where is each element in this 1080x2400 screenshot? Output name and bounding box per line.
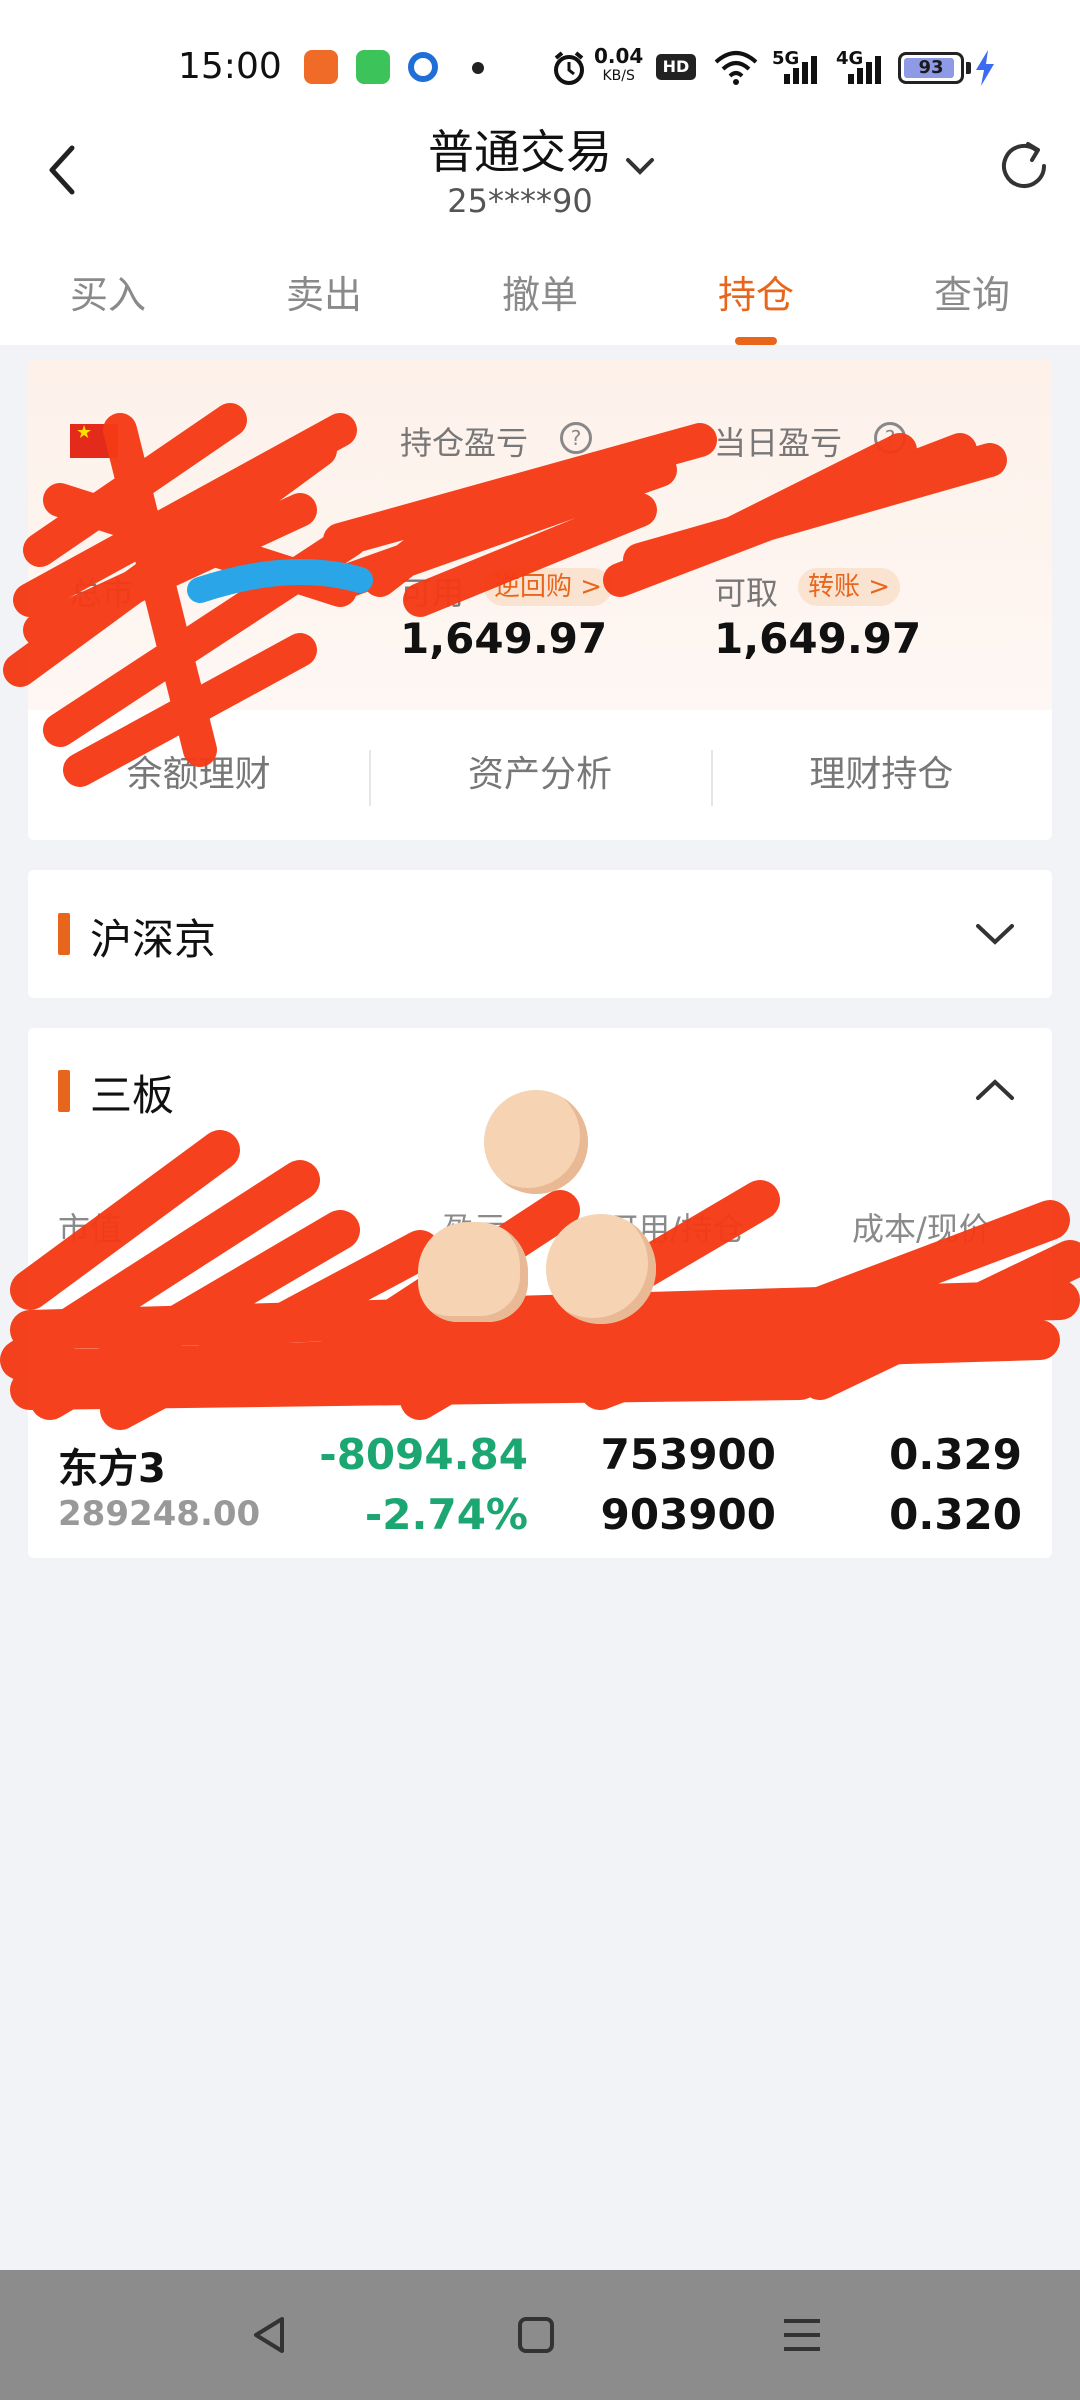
alarm-icon xyxy=(554,51,584,85)
tab-query[interactable]: 查询 xyxy=(864,245,1080,345)
battery-text: 93 xyxy=(918,57,944,78)
refresh-icon[interactable] xyxy=(994,136,1054,196)
col-head-cost-price[interactable]: 成本/现价 xyxy=(852,1204,991,1250)
market-value: 289248.00 xyxy=(58,1494,261,1534)
system-nav-bar xyxy=(0,2270,1080,2400)
chevron-down-icon[interactable] xyxy=(974,920,1016,948)
cost-price: 0.329 xyxy=(889,1430,1022,1479)
withdrawable-label: 可取 xyxy=(714,574,779,612)
tab-sell[interactable]: 卖出 xyxy=(216,245,432,345)
chevron-down-icon[interactable] xyxy=(622,150,658,180)
net-speed: 0.04 KB/S xyxy=(594,46,643,86)
available-value: 1,649.97 xyxy=(400,614,608,663)
balance-wealth-link[interactable]: 余额理财 xyxy=(28,710,369,840)
section-marker xyxy=(58,1070,70,1112)
tab-cancel[interactable]: 撤单 xyxy=(432,245,648,345)
section-title-sanban: 三板 xyxy=(90,1071,175,1120)
tab-buy[interactable]: 买入 xyxy=(0,245,216,345)
sim2-label: 4G xyxy=(836,48,864,69)
chevron-up-icon[interactable] xyxy=(974,1076,1016,1104)
section-sanban: 三板 市值 盈亏 可用/持仓 成本/现价 东方3 289248.00 -8094… xyxy=(28,1028,1052,1558)
profit-loss: -8094.84 xyxy=(319,1430,528,1479)
transfer-button[interactable]: 转账 > xyxy=(798,568,901,606)
message-icon xyxy=(356,50,390,84)
trade-tabs: 买入 卖出 撤单 持仓 查询 xyxy=(0,245,1080,345)
summary-links: 余额理财 资产分析 理财持仓 xyxy=(28,710,1052,840)
stock-name: 东方3 xyxy=(58,1446,166,1492)
notification-dot-icon xyxy=(472,62,484,74)
profit-loss-pct: -2.74% xyxy=(364,1490,528,1539)
asset-analysis-link[interactable]: 资产分析 xyxy=(369,710,710,840)
section-marker xyxy=(58,913,70,955)
battery-icon: 93 xyxy=(898,52,964,84)
nav-home-icon[interactable] xyxy=(506,2305,566,2365)
section-title-hsj: 沪深京 xyxy=(90,915,217,964)
col-head-available-holding[interactable]: 可用/持仓 xyxy=(606,1204,745,1250)
wifi-icon xyxy=(714,51,758,85)
summary-top: 持仓盈亏 ? 当日盈亏 ? 总市 可用 逆回购 > 1,649.97 可取 转账… xyxy=(28,360,1052,710)
status-time: 15:00 xyxy=(178,46,282,87)
available-label: 可用 xyxy=(400,574,465,612)
page-title[interactable]: 普通交易 xyxy=(0,116,1040,182)
net-speed-value: 0.04 xyxy=(594,44,644,68)
wealth-holdings-link[interactable]: 理财持仓 xyxy=(710,710,1052,840)
nav-back-icon[interactable] xyxy=(240,2305,300,2365)
hd-badge: HD xyxy=(656,54,696,80)
col-head-market-value[interactable]: 市值 xyxy=(58,1204,122,1250)
reverse-repo-button[interactable]: 逆回购 > xyxy=(484,568,613,606)
total-assets-label: 总市 xyxy=(70,574,135,612)
sim1-label: 5G xyxy=(772,48,800,69)
holding-qty: 903900 xyxy=(600,1490,776,1539)
browser-icon xyxy=(408,52,438,82)
current-price: 0.320 xyxy=(889,1490,1022,1539)
account-summary-card: 持仓盈亏 ? 当日盈亏 ? 总市 可用 逆回购 > 1,649.97 可取 转账… xyxy=(28,360,1052,840)
battery-cap xyxy=(966,62,971,74)
info-icon[interactable]: ? xyxy=(560,422,592,454)
holding-pl-label: 持仓盈亏 xyxy=(400,424,529,462)
available-qty: 753900 xyxy=(600,1430,776,1479)
china-flag-icon xyxy=(70,422,118,458)
section-hsj[interactable]: 沪深京 xyxy=(28,870,1052,998)
net-speed-unit: KB/S xyxy=(602,68,635,84)
app-icon-orange xyxy=(304,50,338,84)
col-head-pl[interactable]: 盈亏 xyxy=(442,1204,506,1250)
daily-pl-label: 当日盈亏 xyxy=(714,424,843,462)
info-icon-2[interactable]: ? xyxy=(874,422,906,454)
nav-menu-icon[interactable] xyxy=(772,2305,832,2365)
tab-holdings[interactable]: 持仓 xyxy=(648,245,864,345)
charging-icon xyxy=(976,50,994,86)
withdrawable-value: 1,649.97 xyxy=(714,614,922,663)
account-number: 25****90 xyxy=(447,182,593,220)
header: 普通交易 25****90 买入 卖出 撤单 持仓 查询 xyxy=(0,100,1080,345)
